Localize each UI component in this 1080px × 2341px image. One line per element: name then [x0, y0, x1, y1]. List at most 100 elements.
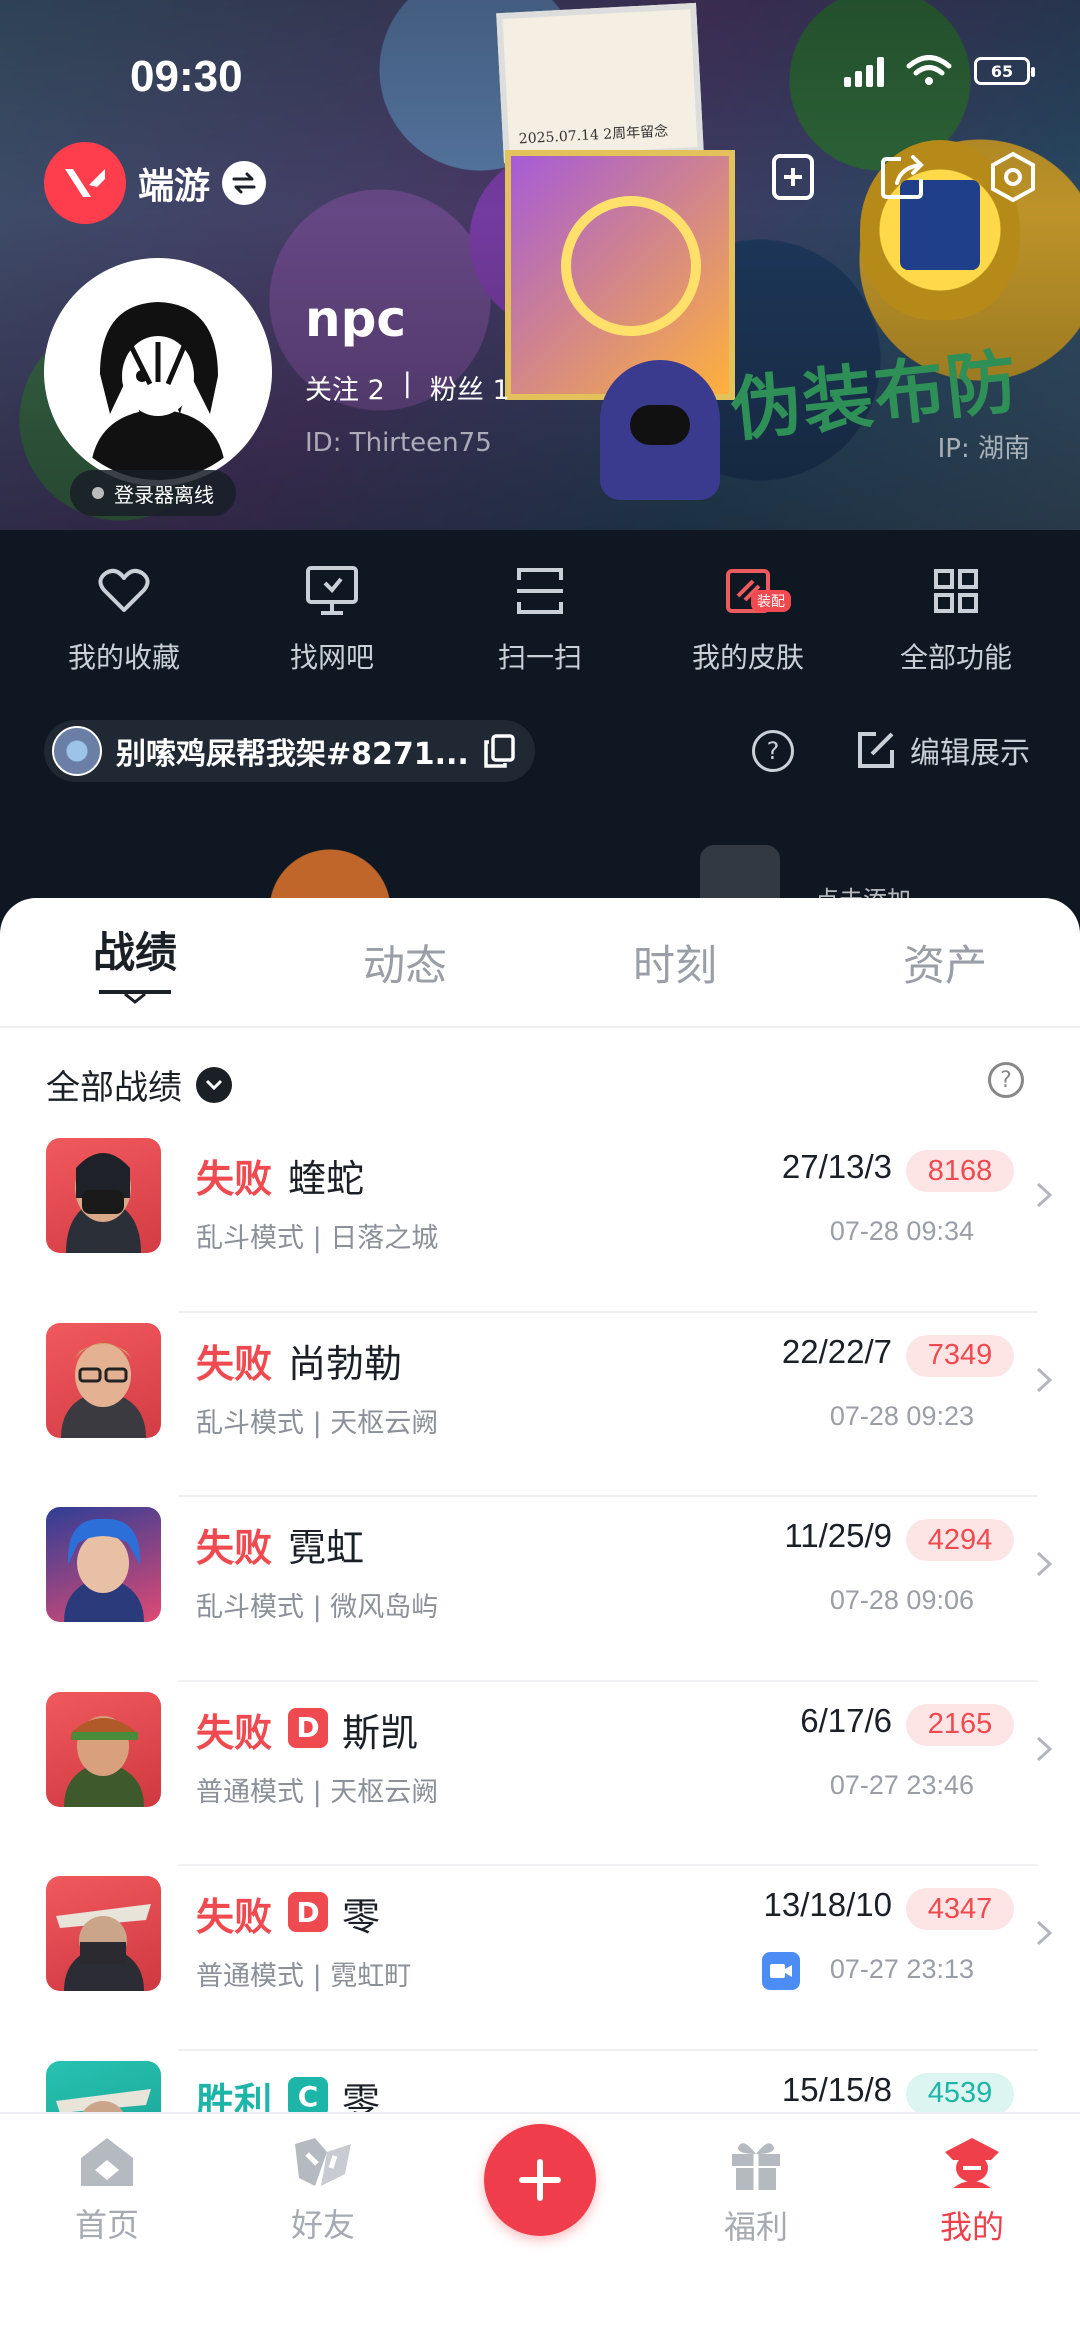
match-row[interactable]: 失败 D 斯凯 普通模式 | 天枢云阙 6/17/6 2165 07-27 23…	[0, 1682, 1080, 1866]
tab-moments[interactable]: 时刻	[540, 898, 810, 1026]
tab-feed[interactable]: 动态	[270, 898, 540, 1026]
match-agent: 霓虹	[288, 1526, 365, 1570]
chevron-right-icon	[1036, 1182, 1053, 1208]
launcher-status-text: 登录器离线	[114, 482, 214, 507]
match-mode: 普通模式 | 霓虹町	[196, 1961, 412, 1992]
match-score: 7349	[906, 1334, 1014, 1377]
quick-scan[interactable]: 扫一扫	[445, 560, 635, 676]
settings-icon[interactable]	[986, 150, 1040, 204]
edit-display-button[interactable]: 编辑展示	[856, 728, 1030, 772]
riot-id-text: 别嗦鸡屎帮我架#8271...	[116, 737, 469, 772]
quick-find-cafe[interactable]: 找网吧	[237, 560, 427, 676]
match-mode: 乱斗模式 | 天枢云阙	[196, 1407, 439, 1439]
match-kda: 6/17/6	[800, 1701, 892, 1739]
quick-my-skins[interactable]: 装配 我的皮肤	[653, 560, 843, 676]
filter-label: 全部战绩	[46, 1068, 182, 1108]
riot-avatar	[52, 726, 102, 776]
launcher-status-badge: 登录器离线	[70, 470, 236, 516]
chevron-right-icon	[1036, 1367, 1053, 1392]
stats-separator: |	[402, 368, 412, 399]
profile-tabs: 战绩 动态 时刻 资产	[0, 898, 1080, 1028]
wifi-icon	[906, 55, 952, 85]
nav-home[interactable]: 首页	[37, 2134, 177, 2246]
chevron-right-icon	[1036, 1736, 1053, 1761]
scan-icon	[509, 560, 571, 622]
user-id: ID: Thirteen75	[305, 428, 492, 458]
quick-label: 找网吧	[289, 641, 374, 674]
nav-label: 好友	[290, 2206, 355, 2244]
skin-icon: 装配	[717, 560, 791, 622]
match-score: 2165	[906, 1703, 1014, 1746]
status-time: 09:30	[130, 52, 243, 101]
tab-label: 时刻	[632, 940, 717, 990]
equip-badge: 装配	[751, 590, 791, 612]
record-filter-dropdown[interactable]: 全部战绩	[46, 1060, 232, 1109]
quick-favorites[interactable]: 我的收藏	[29, 560, 219, 676]
match-kda: 27/13/3	[781, 1148, 892, 1185]
nav-label: 首页	[74, 2206, 139, 2244]
switch-icon	[222, 161, 267, 205]
edit-display-label: 编辑展示	[910, 736, 1030, 771]
header-actions	[766, 150, 1040, 204]
fans-count[interactable]: 粉丝 1	[430, 368, 510, 407]
tab-active-indicator	[99, 989, 171, 1004]
help-icon[interactable]: ?	[752, 730, 794, 772]
quick-label: 我的收藏	[67, 641, 180, 674]
chevron-down-icon	[196, 1066, 232, 1103]
status-icons: 65	[844, 55, 1035, 87]
app-switcher[interactable]: 端游	[44, 142, 267, 224]
match-row[interactable]: 失败 霓虹 乱斗模式 | 微风岛屿 11/25/9 4294 07-28 09:…	[0, 1497, 1080, 1682]
match-result: 失败	[196, 1895, 273, 1939]
home-icon	[81, 2138, 133, 2186]
nav-me[interactable]: 我的	[902, 2134, 1042, 2248]
match-mode: 普通模式 | 天枢云阙	[196, 1776, 439, 1808]
banner-photo	[496, 2, 704, 164]
edit-icon	[858, 732, 894, 768]
share-icon[interactable]	[876, 150, 930, 204]
match-agent: 尚勃勒	[288, 1341, 403, 1386]
match-row[interactable]: 失败 D 零 普通模式 | 霓虹町 13/18/10 4347 07-27 23…	[0, 1866, 1080, 2051]
brand-name: 端游	[138, 165, 211, 206]
plus-icon	[519, 2159, 561, 2201]
status-dot	[92, 487, 104, 499]
rank-badge: D	[288, 1892, 328, 1932]
rank-badge: C	[288, 2076, 328, 2117]
gift-icon	[732, 2143, 780, 2190]
bottom-navigation: 首页 好友 福利 我的	[0, 2112, 1080, 2341]
match-result: 失败	[196, 1157, 273, 1201]
avatar[interactable]	[44, 258, 272, 486]
grid-icon	[925, 560, 987, 622]
match-mode: 乱斗模式 | 微风岛屿	[196, 1592, 439, 1623]
match-time: 07-27 23:13	[829, 1954, 974, 1984]
match-result: 失败	[196, 1526, 273, 1570]
tab-assets[interactable]: 资产	[810, 898, 1080, 1026]
riot-id-pill[interactable]: 别嗦鸡屎帮我架#8271...	[44, 720, 535, 782]
match-kda: 15/15/8	[781, 2070, 892, 2108]
nav-welfare[interactable]: 福利	[686, 2134, 826, 2248]
battery-icon: 65	[974, 57, 1035, 85]
match-list: 失败 蝰蛇 乱斗模式 | 日落之城 27/13/3 8168 07-28 09:…	[0, 1128, 1080, 2235]
match-row[interactable]: 失败 蝰蛇 乱斗模式 | 日落之城 27/13/3 8168 07-28 09:…	[0, 1128, 1080, 1313]
following-count[interactable]: 关注 2	[305, 368, 385, 407]
add-post-icon[interactable]	[766, 150, 820, 204]
nickname: npc	[305, 290, 407, 348]
match-time: 07-28 09:34	[829, 1216, 974, 1246]
match-result: 失败	[196, 1341, 273, 1386]
create-post-button[interactable]	[484, 2124, 596, 2236]
battery-level: 65	[990, 61, 1014, 81]
tab-record[interactable]: 战绩	[0, 898, 270, 1026]
nav-friends[interactable]: 好友	[253, 2134, 393, 2246]
video-replay-icon[interactable]	[762, 1952, 800, 1990]
match-agent: 斯凯	[342, 1710, 419, 1755]
quick-all-functions[interactable]: 全部功能	[861, 560, 1051, 676]
valorant-logo-icon	[44, 142, 126, 224]
quick-functions: 我的收藏 找网吧 扫一扫 装配 我的皮肤 全部功能	[0, 560, 1080, 676]
copy-icon[interactable]	[483, 734, 515, 768]
match-time: 07-28 09:23	[829, 1400, 974, 1431]
monitor-icon	[301, 560, 363, 622]
agent-portrait	[46, 1691, 161, 1807]
tab-label: 动态	[362, 940, 447, 990]
nav-label: 我的	[939, 2208, 1004, 2246]
match-row[interactable]: 失败 尚勃勒 乱斗模式 | 天枢云阙 22/22/7 7349 07-28 09…	[0, 1313, 1080, 1497]
record-help-icon[interactable]: ?	[988, 1062, 1024, 1098]
